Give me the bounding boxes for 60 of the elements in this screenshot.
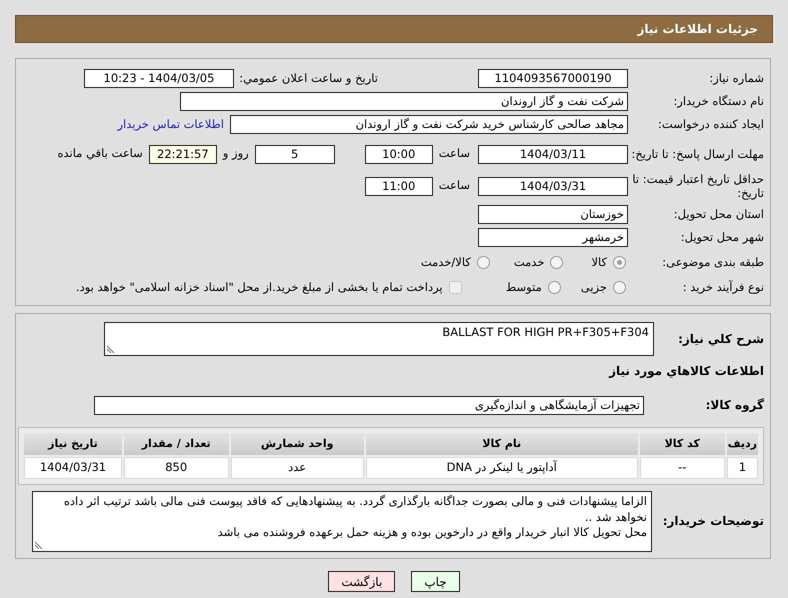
option-label: کالا xyxy=(591,254,607,271)
back-button[interactable]: بازگشت xyxy=(328,571,396,592)
field-value: 5 xyxy=(254,144,335,164)
days-label: روز و xyxy=(222,145,249,162)
field-label: نام دستگاه خریدار: xyxy=(672,94,764,109)
field-label: طبقه بندی موضوعی: xyxy=(661,255,764,270)
table-cell: -- xyxy=(640,457,725,479)
description-text: BALLAST FOR HIGH PR+F305+F304 xyxy=(442,325,649,339)
resize-grip-icon[interactable] xyxy=(35,541,43,549)
notes-text: محل تحویل کالا انبار خریدار واقع در دارخوین بوده و هزینه حمل برعهده فروشنده می باشد xyxy=(216,525,647,541)
field-label: حداقل تاریخ اعتبار قیمت: تا تاریخ: xyxy=(631,172,764,200)
contact-link[interactable]: اطلاعات تماس خریدار xyxy=(117,116,224,134)
option-label: کالا/خدمت xyxy=(420,254,471,271)
column-header: کد کالا xyxy=(640,433,725,455)
notes-text: الزاما پیشنهادات فنی و مالی بصورت جداگانه بارگذاری گردد. به پیشنهادهایی که فاقد پیوست فنی مالی باشد ترتیب اثر داده نخواهد شد .. xyxy=(62,494,647,526)
field-value: 1404/03/31 xyxy=(478,176,628,196)
option-label: جزیی xyxy=(580,278,607,296)
column-header: تاریخ نیاز xyxy=(24,433,122,455)
section-title: اطلاعات کالاهاي مورد نیاز xyxy=(608,363,764,380)
table-cell: 850 xyxy=(124,457,228,479)
field-label: استان محل تحویل: xyxy=(672,207,764,222)
table-cell: آداپتور یا لینکر در DNA xyxy=(366,457,638,479)
checkbox-label: پرداخت تمام یا بخشی از مبلغ خرید.از محل "اسناد خزانه اسلامی" خواهد بود. xyxy=(76,278,443,296)
table-cell: عدد xyxy=(230,457,364,479)
field-label: شهر محل تحویل: xyxy=(680,230,764,245)
time-label: ساعت xyxy=(438,177,470,194)
field-label: شماره نیاز: xyxy=(708,71,764,86)
field-value: مجاهد صالحی کارشناس خرید شرکت نفت و گاز اروندان xyxy=(230,115,628,134)
time-label: ساعت xyxy=(438,145,470,162)
print-button[interactable]: چاپ xyxy=(411,571,460,592)
field-value: خرمشهر xyxy=(478,228,628,247)
field-label: شرح کلي نیاز: xyxy=(677,332,764,346)
description-field[interactable]: BALLAST FOR HIGH PR+F305+F304 xyxy=(104,322,654,356)
option-label: خدمت xyxy=(514,254,544,271)
field-value: 10:00 xyxy=(364,144,433,164)
field-label: مهلت ارسال پاسخ: تا تاریخ: xyxy=(630,146,764,162)
column-header: نام کالا xyxy=(366,433,638,455)
table-cell: 1 xyxy=(726,457,758,479)
field-label: توضیحات خریدار: xyxy=(662,514,764,529)
field-value: 1104093567000190 xyxy=(478,69,628,88)
field-value: تجهیزات آزمایشگاهی و اندازه‌گیری xyxy=(94,396,644,415)
field-value: 1404/03/05 - 10:23 xyxy=(84,69,234,88)
column-header: واحد شمارش xyxy=(230,433,364,455)
countdown-value: 22:21:57 xyxy=(148,144,217,164)
resize-grip-icon[interactable] xyxy=(107,345,115,353)
page-title: جزئیات اطلاعات نیاز xyxy=(15,15,773,43)
option-label: متوسط xyxy=(506,278,542,296)
field-value: شرکت نفت و گاز اروندان xyxy=(180,92,628,111)
table-cell: 1404/03/31 xyxy=(24,457,122,479)
column-header: ردیف xyxy=(726,433,758,455)
field-value: خوزستان xyxy=(478,205,628,224)
field-label: ایجاد کننده درخواست: xyxy=(657,117,764,132)
column-header: تعداد / مقدار xyxy=(124,433,228,455)
field-label: گروه کالا: xyxy=(704,398,764,413)
notes-field[interactable] xyxy=(32,491,652,552)
remaining-label: ساعت باقي مانده xyxy=(58,145,143,162)
field-label: نوع فرآیند خرید : xyxy=(682,280,764,295)
field-value: 1404/03/11 xyxy=(478,144,628,164)
field-label: تاریخ و ساعت اعلان عمومي: xyxy=(238,70,378,87)
field-value: 11:00 xyxy=(364,176,433,196)
